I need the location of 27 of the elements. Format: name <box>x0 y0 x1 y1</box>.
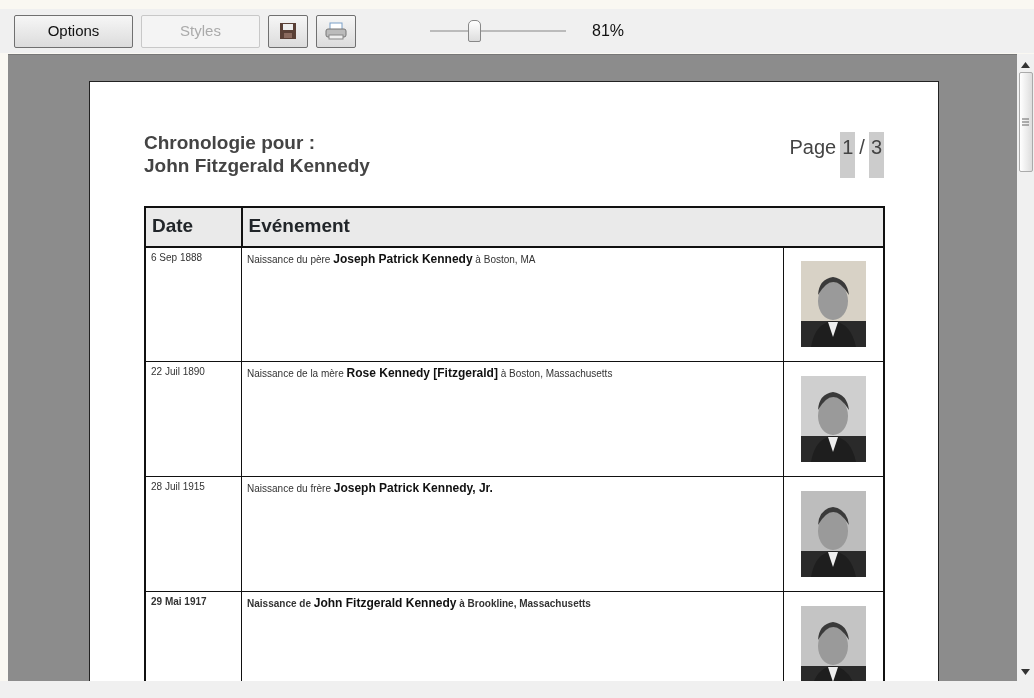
slider-thumb[interactable] <box>467 20 481 42</box>
page-number: 1 <box>840 132 856 178</box>
column-header: Date <box>145 206 242 247</box>
date-cell: 28 Juil 1915 <box>145 476 242 592</box>
save-button[interactable] <box>268 14 308 48</box>
grip-icon <box>1022 118 1029 126</box>
column-header: Evénement <box>241 206 884 247</box>
event-cell: Naissance de la mère Rose Kennedy [Fitzgerald] à Boston, Massachusetts <box>241 361 783 477</box>
print-button[interactable] <box>316 14 356 48</box>
horizontal-scrollbar[interactable] <box>0 681 1034 698</box>
event-cell: Naissance du père Joseph Patrick Kennedy à Boston, MA <box>241 246 783 362</box>
scroll-thumb[interactable] <box>1018 72 1033 172</box>
event-cell: Naissance du frère Joseph Patrick Kennedy, Jr. <box>241 476 783 592</box>
date-cell: 22 Juil 1890 <box>145 361 242 477</box>
vertical-scrollbar[interactable] <box>1017 54 1034 681</box>
page-count: 3 <box>868 132 884 178</box>
printer-icon <box>325 22 347 40</box>
date-cell: 6 Sep 1888 <box>145 246 242 362</box>
scroll-up-icon[interactable] <box>1021 62 1030 68</box>
report-title: Chronologie pour : <box>144 132 316 155</box>
toolbar-button[interactable]: Options <box>14 14 133 48</box>
scroll-down-icon[interactable] <box>1021 669 1030 675</box>
report-title: John Fitzgerald Kennedy <box>144 154 370 178</box>
page-separator: / <box>859 135 865 160</box>
zoom-reading: 81% <box>592 21 625 41</box>
save-icon <box>279 22 297 40</box>
page-label: Page <box>789 135 837 160</box>
